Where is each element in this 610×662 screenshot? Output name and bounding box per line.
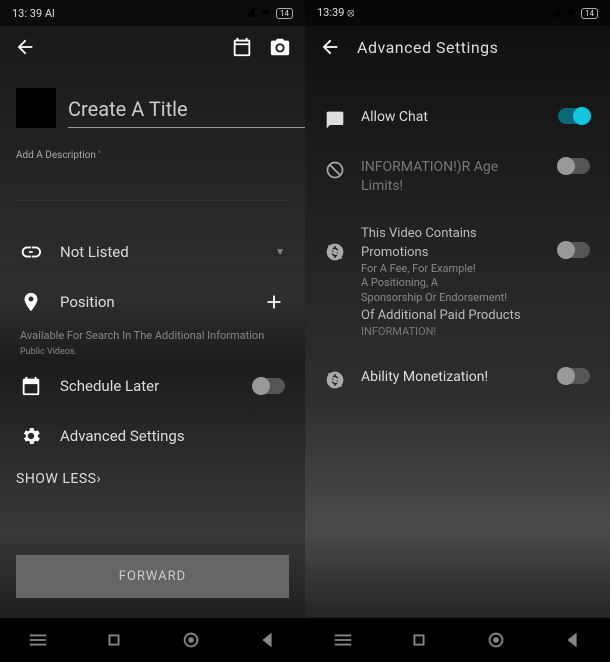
search-info-sub: Public Videos.: [16, 345, 289, 361]
nav-bar-left: [0, 618, 305, 662]
title-row: [16, 88, 289, 128]
plus-icon[interactable]: [263, 291, 285, 313]
wifi-icon: [260, 6, 272, 21]
schedule-toggle[interactable]: [253, 378, 285, 394]
promotions-row: This Video Contains Promotions For A Fee…: [321, 210, 594, 354]
visibility-row[interactable]: Not Listed ▼: [16, 227, 289, 277]
allow-chat-toggle[interactable]: [558, 108, 590, 124]
nav-menu-icon[interactable]: [27, 629, 49, 651]
nav-recent-icon[interactable]: [103, 629, 125, 651]
status-icons: 14: [244, 6, 293, 21]
signal-icon: [244, 6, 256, 21]
schedule-row[interactable]: Schedule Later: [16, 361, 289, 411]
age-limits-row: INFORMATION!)R Age Limits!: [321, 144, 594, 210]
money-off-icon: [325, 370, 345, 390]
battery-icon: 14: [276, 8, 293, 19]
status-bar-left: 13: 39 Al 14: [0, 0, 305, 26]
chat-icon: [325, 110, 345, 130]
description-input[interactable]: [16, 161, 289, 201]
nav-home-icon[interactable]: [180, 629, 202, 651]
description-label: Add A Description ': [16, 150, 289, 161]
appbar-left: [0, 26, 305, 68]
gear-icon: [20, 425, 42, 447]
appbar-right: Advanced Settings: [305, 26, 610, 68]
video-thumbnail[interactable]: [16, 88, 56, 128]
position-row[interactable]: Position: [16, 277, 289, 327]
advanced-label: Advanced Settings: [60, 427, 285, 445]
search-info-text: Available For Search In The Additional I…: [16, 327, 289, 345]
monetization-label: Ability Monetization!: [361, 368, 542, 387]
promotions-toggle[interactable]: [558, 242, 590, 258]
nav-home-icon[interactable]: [485, 629, 507, 651]
advanced-settings-row[interactable]: Advanced Settings: [16, 411, 289, 461]
status-bar-right: 13:39 ⦻ 14: [305, 0, 610, 26]
age-limits-label: INFORMATION!)R Age Limits!: [361, 158, 542, 196]
link-icon: [20, 241, 42, 263]
status-icons: 14: [549, 6, 598, 21]
page-title: Advanced Settings: [357, 38, 498, 57]
allow-chat-row: Allow Chat: [321, 94, 594, 144]
clock: 13:39 ⦻: [317, 6, 354, 20]
allow-chat-label: Allow Chat: [361, 108, 542, 127]
screen-advanced: 13:39 ⦻ 14 Advanced Settings Allow Chat: [305, 0, 610, 662]
chevron-down-icon: ▼: [275, 247, 285, 258]
wifi-icon: [565, 6, 577, 21]
visibility-label: Not Listed: [60, 243, 257, 261]
alarm-icon: ⦻: [347, 6, 354, 19]
clock: 13: 39 Al: [12, 7, 55, 20]
position-label: Position: [60, 293, 245, 311]
nav-back-icon[interactable]: [561, 629, 583, 651]
age-limits-toggle[interactable]: [558, 158, 590, 174]
monetization-row: Ability Monetization!: [321, 354, 594, 404]
nav-back-icon[interactable]: [256, 629, 278, 651]
signal-icon: [549, 6, 561, 21]
schedule-label: Schedule Later: [60, 377, 235, 395]
block-icon: [325, 160, 345, 180]
screen-create: 13: 39 Al 14: [0, 0, 305, 662]
nav-menu-icon[interactable]: [332, 629, 354, 651]
calendar-clock-icon: [20, 375, 42, 397]
monetization-toggle[interactable]: [558, 368, 590, 384]
promotions-text: This Video Contains Promotions For A Fee…: [361, 224, 542, 340]
location-pin-icon: [20, 291, 42, 313]
title-input[interactable]: [68, 95, 305, 128]
forward-button[interactable]: FORWARD: [16, 555, 289, 598]
camera-switch-icon[interactable]: [269, 36, 291, 58]
back-icon[interactable]: [319, 36, 341, 58]
show-less-button[interactable]: SHOW LESS›: [16, 461, 289, 497]
nav-recent-icon[interactable]: [408, 629, 430, 651]
calendar-icon[interactable]: [231, 36, 253, 58]
money-off-icon: [325, 242, 345, 262]
nav-bar-right: [305, 618, 610, 662]
back-icon[interactable]: [14, 36, 36, 58]
battery-icon: 14: [581, 8, 598, 19]
